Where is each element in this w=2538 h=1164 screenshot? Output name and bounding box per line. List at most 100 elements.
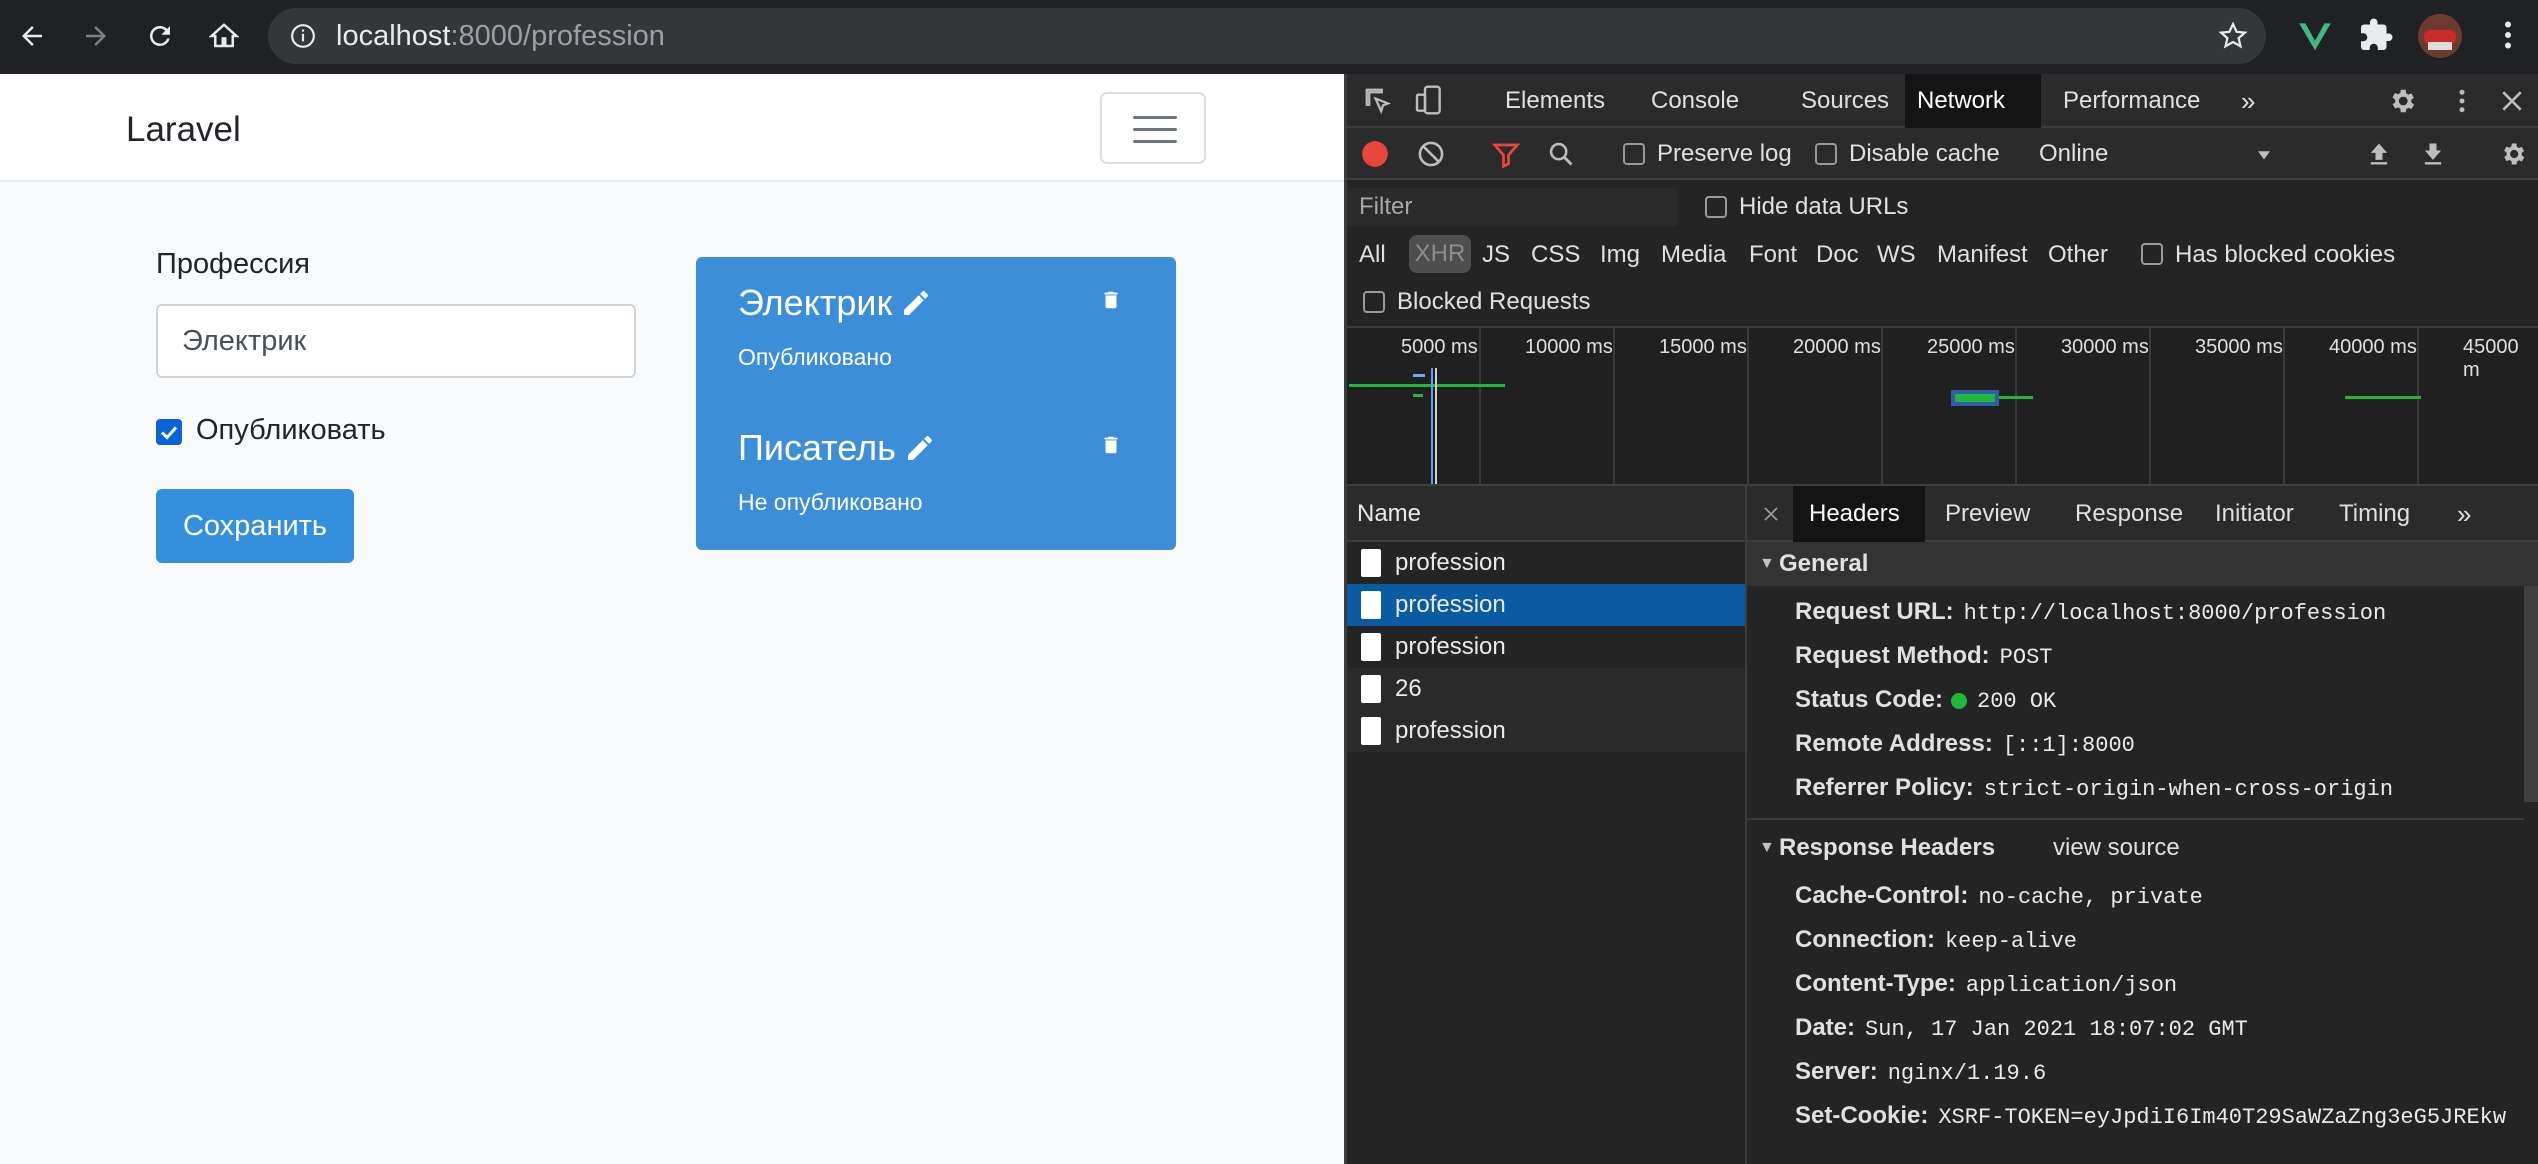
throttling-select[interactable]: Online bbox=[2039, 128, 2108, 180]
search-icon[interactable] bbox=[1547, 140, 1575, 168]
reload-icon bbox=[149, 25, 170, 46]
type-filter-media[interactable]: Media bbox=[1661, 241, 1726, 269]
preserve-log-checkbox[interactable] bbox=[1623, 143, 1645, 165]
navbar-toggler-button[interactable] bbox=[1100, 92, 1206, 164]
request-method-row: Request Method: POST bbox=[1795, 642, 2053, 670]
timeline-tick: 45000 m bbox=[2463, 336, 2519, 381]
has-blocked-cookies-checkbox[interactable] bbox=[2141, 243, 2163, 265]
request-row[interactable]: profession bbox=[1347, 626, 1745, 668]
trash-delete-icon[interactable] bbox=[1100, 288, 1122, 312]
timeline-tick: 25000 ms bbox=[1927, 336, 2015, 358]
browser-menu-icon[interactable] bbox=[2490, 17, 2526, 53]
timeline-tick: 40000 ms bbox=[2329, 336, 2417, 358]
profession-input[interactable]: Электрик bbox=[156, 304, 636, 378]
timeline-tick: 15000 ms bbox=[1659, 336, 1747, 358]
brand-link[interactable]: Laravel bbox=[126, 110, 241, 150]
vue-devtools-icon[interactable] bbox=[2296, 17, 2334, 55]
blocked-requests-label[interactable]: Blocked Requests bbox=[1397, 288, 1590, 316]
tab-elements[interactable]: Elements bbox=[1493, 74, 1617, 128]
record-icon[interactable] bbox=[1361, 140, 1389, 168]
request-bar bbox=[1999, 396, 2033, 399]
pencil-edit-icon[interactable] bbox=[904, 432, 936, 464]
save-button[interactable]: Сохранить bbox=[156, 489, 354, 563]
close-devtools-icon[interactable] bbox=[2499, 88, 2525, 114]
profession-list-card: Электрик Опубликовано Писатель Не опубли… bbox=[696, 257, 1176, 550]
more-detail-tabs-chevron-icon[interactable]: » bbox=[2441, 486, 2487, 542]
back-button[interactable] bbox=[12, 16, 52, 56]
network-settings-gear-icon[interactable] bbox=[2499, 140, 2527, 168]
tab-performance[interactable]: Performance bbox=[2051, 74, 2212, 128]
profession-status: Опубликовано bbox=[738, 344, 892, 370]
pencil-edit-icon[interactable] bbox=[900, 287, 932, 319]
filter-input[interactable]: Filter bbox=[1347, 188, 1677, 226]
load-marker bbox=[1435, 368, 1437, 484]
request-row[interactable]: profession bbox=[1347, 542, 1745, 584]
filter-funnel-icon[interactable] bbox=[1491, 140, 1521, 170]
tab-preview[interactable]: Preview bbox=[1929, 486, 2046, 542]
disable-cache-checkbox[interactable] bbox=[1815, 143, 1837, 165]
extensions-puzzle-icon[interactable] bbox=[2358, 17, 2394, 53]
trash-delete-icon[interactable] bbox=[1100, 433, 1122, 457]
request-bar bbox=[1955, 394, 1995, 402]
publish-checkbox[interactable] bbox=[156, 419, 182, 445]
type-filter-font[interactable]: Font bbox=[1749, 241, 1797, 269]
tab-response[interactable]: Response bbox=[2059, 486, 2199, 542]
more-tabs-chevron-icon[interactable]: » bbox=[2229, 74, 2267, 128]
hamburger-icon bbox=[1133, 116, 1177, 119]
home-button[interactable] bbox=[204, 16, 244, 56]
devtools-menu-icon[interactable] bbox=[2447, 86, 2477, 116]
forward-button[interactable] bbox=[76, 16, 116, 56]
type-filter-img[interactable]: Img bbox=[1600, 241, 1640, 269]
dropdown-caret-icon[interactable] bbox=[2255, 146, 2273, 164]
clear-icon[interactable] bbox=[1417, 140, 1445, 168]
type-filter-all[interactable]: All bbox=[1359, 241, 1386, 269]
response-header-row: Date: Sun, 17 Jan 2021 18:07:02 GMT bbox=[1795, 1014, 2248, 1042]
request-row[interactable]: profession bbox=[1347, 710, 1745, 752]
forward-arrow-icon bbox=[86, 26, 106, 46]
type-filter-js[interactable]: JS bbox=[1482, 241, 1510, 269]
profession-status: Не опубликовано bbox=[738, 489, 923, 515]
close-details-icon[interactable] bbox=[1763, 506, 1779, 522]
address-bar[interactable]: localhost:8000/profession bbox=[268, 8, 2266, 64]
timeline-tick: 20000 ms bbox=[1793, 336, 1881, 358]
settings-gear-icon[interactable] bbox=[2387, 86, 2417, 116]
reload-button[interactable] bbox=[140, 16, 180, 56]
type-filter-ws[interactable]: WS bbox=[1877, 241, 1916, 269]
bookmark-star-icon[interactable] bbox=[2218, 21, 2248, 51]
device-toolbar-icon[interactable] bbox=[1413, 84, 1445, 116]
tab-headers[interactable]: Headers bbox=[1793, 486, 1925, 542]
type-filter-other[interactable]: Other bbox=[2048, 241, 2108, 269]
hide-data-urls-checkbox[interactable] bbox=[1705, 196, 1727, 218]
tab-console[interactable]: Console bbox=[1639, 74, 1751, 128]
tab-sources[interactable]: Sources bbox=[1789, 74, 1901, 128]
type-filter-css[interactable]: CSS bbox=[1531, 241, 1580, 269]
name-column-header[interactable]: Name bbox=[1347, 486, 1745, 542]
publish-label[interactable]: Опубликовать bbox=[196, 414, 386, 447]
request-row[interactable]: 26 bbox=[1347, 668, 1745, 710]
profile-avatar[interactable] bbox=[2418, 14, 2462, 58]
preserve-log-label[interactable]: Preserve log bbox=[1657, 128, 1792, 180]
disable-cache-label[interactable]: Disable cache bbox=[1849, 128, 2000, 180]
import-har-icon[interactable] bbox=[2365, 140, 2393, 168]
response-headers-section-header[interactable]: ▼ Response Headers view source bbox=[1747, 826, 2538, 870]
tab-initiator[interactable]: Initiator bbox=[2199, 486, 2310, 542]
request-bar bbox=[1349, 384, 1505, 387]
request-details-pane: Headers Preview Response Initiator Timin… bbox=[1747, 486, 2538, 1164]
view-source-link[interactable]: view source bbox=[2053, 826, 2180, 870]
type-filter-doc[interactable]: Doc bbox=[1816, 241, 1859, 269]
hide-data-urls-label[interactable]: Hide data URLs bbox=[1739, 193, 1908, 221]
blocked-requests-checkbox[interactable] bbox=[1363, 291, 1385, 313]
request-list: Name profession profession profession 26… bbox=[1347, 486, 1747, 1164]
type-filter-manifest[interactable]: Manifest bbox=[1937, 241, 2028, 269]
network-overview-timeline[interactable]: 5000 ms 10000 ms 15000 ms 20000 ms 25000… bbox=[1347, 326, 2538, 486]
inspect-element-icon[interactable] bbox=[1363, 86, 1393, 116]
type-filter-xhr[interactable]: XHR bbox=[1409, 235, 1471, 273]
has-blocked-cookies-label[interactable]: Has blocked cookies bbox=[2175, 241, 2395, 269]
general-section-header[interactable]: ▼ General bbox=[1747, 542, 2538, 586]
web-page: Laravel Профессия Электрик Опубликовать … bbox=[0, 74, 1344, 1164]
export-har-icon[interactable] bbox=[2419, 140, 2447, 168]
request-row[interactable]: profession bbox=[1347, 584, 1745, 626]
tab-network[interactable]: Network bbox=[1905, 74, 2041, 128]
info-icon[interactable] bbox=[290, 23, 316, 49]
tab-timing[interactable]: Timing bbox=[2323, 486, 2426, 542]
